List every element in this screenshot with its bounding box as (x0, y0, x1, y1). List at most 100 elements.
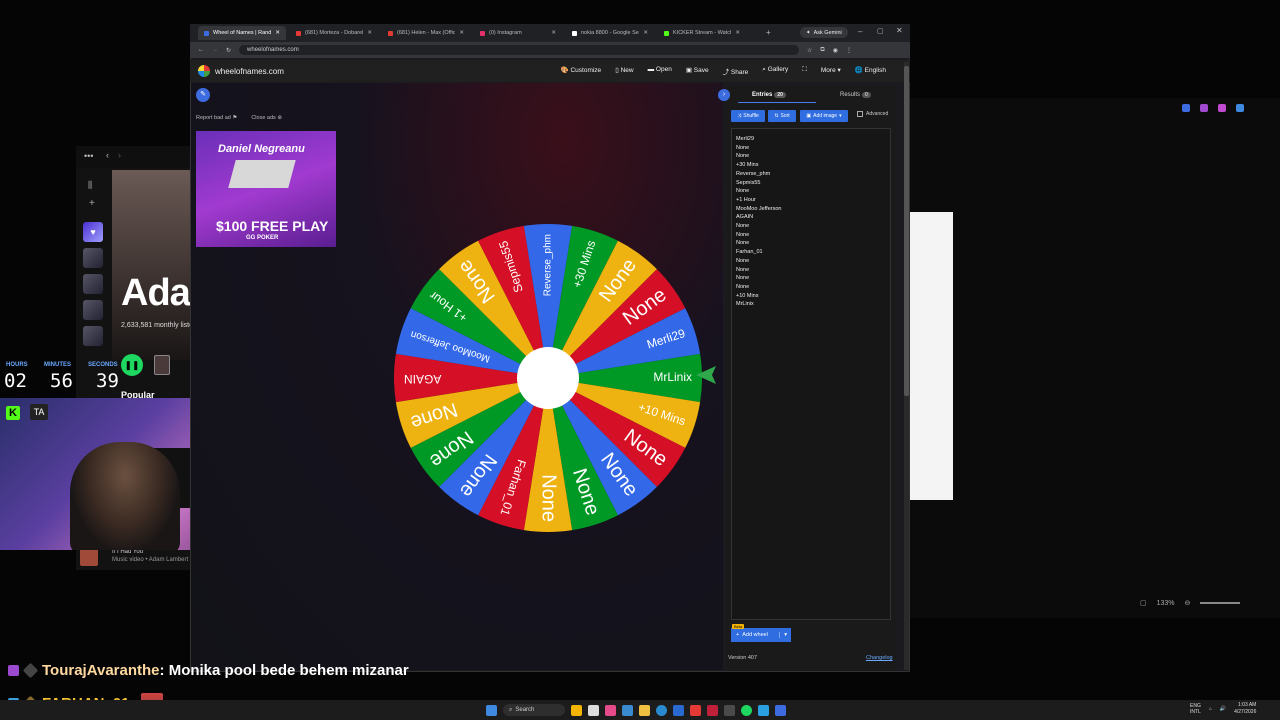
entry-line: AGAIN (736, 214, 754, 221)
minimize-icon[interactable]: – (858, 27, 862, 36)
network-icon[interactable]: ⌂ (1209, 706, 1212, 712)
spotify-icon[interactable] (741, 704, 752, 716)
version-text: Version 407 (728, 655, 758, 661)
bookmark-star-icon[interactable]: ☆ (807, 47, 812, 54)
app-icon[interactable] (724, 704, 735, 716)
close-icon[interactable]: ✕ (896, 26, 903, 35)
playlist-thumb[interactable] (83, 300, 103, 320)
menu-more[interactable]: More ▾ (821, 66, 841, 76)
language-indicator[interactable]: ENG INTL (1190, 703, 1201, 715)
ask-gemini-button[interactable]: ✦ Ask Gemini (800, 27, 848, 38)
tab-entries[interactable]: Entries 20 (752, 92, 786, 98)
browser-tab[interactable]: (681) Helen - Max (Official V✕ (382, 26, 470, 40)
edit-icon[interactable]: ✎ (196, 88, 210, 102)
volume-icon[interactable]: 🔊 (1220, 706, 1226, 712)
zoom-out-icon[interactable]: ⊖ (1185, 599, 1191, 607)
browser-tab[interactable]: KICKER Stream - Watch Live ✕ (658, 26, 746, 40)
new-tab-icon[interactable]: + (766, 28, 771, 37)
menu-save[interactable]: ▣ Save (686, 66, 709, 76)
close-ads-link[interactable]: Close ads ⊗ (251, 115, 282, 121)
taskbar-search[interactable]: ⌕ Search (503, 704, 565, 716)
tab-close-icon[interactable]: ✕ (275, 30, 280, 36)
fullscreen-icon[interactable]: ⛶ (802, 66, 807, 76)
collapse-panel-icon[interactable]: › (718, 89, 730, 101)
tab-close-icon[interactable]: ✕ (459, 30, 464, 36)
entry-line: MooMoo Jefferson (736, 205, 782, 212)
playlist-thumb[interactable] (83, 274, 103, 294)
background-window (908, 98, 1280, 618)
zoom-level[interactable]: 133% (1157, 600, 1175, 607)
add-image-button[interactable]: ▣ Add image ▾ (800, 110, 848, 122)
profile-icon[interactable]: ◉ (833, 47, 838, 54)
gemini-icon: ✦ (806, 29, 811, 36)
app-icon[interactable] (673, 704, 684, 716)
entry-line: +10 Mins (736, 292, 759, 299)
add-wheel-button[interactable]: + Add wheel ▾ (731, 628, 791, 642)
file-explorer-icon[interactable] (639, 704, 650, 716)
reload-icon[interactable]: ↻ (226, 47, 231, 54)
start-icon[interactable] (486, 704, 497, 716)
playlist-thumb[interactable] (83, 248, 103, 268)
advanced-checkbox[interactable]: Advanced (857, 111, 888, 117)
browser-tab[interactable]: (0) Instagram ✕ (474, 26, 562, 40)
scrollbar-thumb[interactable] (904, 66, 909, 396)
brand[interactable]: wheelofnames.com (198, 65, 284, 77)
artist-thumb[interactable] (154, 355, 170, 375)
maximize-icon[interactable]: ▢ (877, 27, 884, 35)
app-icon[interactable] (622, 704, 633, 716)
app-icon (1218, 104, 1226, 112)
liked-songs-icon[interactable]: ♥ (83, 222, 103, 242)
back-icon[interactable]: ← (198, 47, 204, 53)
entry-line: None (736, 144, 750, 151)
sort-button[interactable]: ⇅ Sort (768, 110, 796, 122)
now-playing[interactable]: If I Had You Music video • Adam Lambert (80, 548, 190, 568)
forward-icon[interactable]: › (118, 150, 121, 160)
entry-line: MrLinix (736, 301, 754, 308)
browser-tab[interactable]: (681) Morteza - Dobareh Ev✕ (290, 26, 378, 40)
app-icon[interactable] (605, 704, 616, 716)
dropdown-icon[interactable]: ▾ (779, 632, 791, 638)
menu-new[interactable]: ▯ New (615, 66, 633, 76)
zoom-bar: ▢ 133% ⊖ (1140, 596, 1280, 610)
entry-line: None (736, 223, 750, 230)
tab-close-icon[interactable]: ✕ (551, 30, 556, 36)
menu-customize[interactable]: 🎨 Customize (561, 66, 602, 76)
youtube-icon[interactable] (690, 704, 701, 716)
app-icon[interactable] (588, 704, 599, 716)
menu-language[interactable]: 🌐 English (855, 66, 886, 76)
fit-icon[interactable]: ▢ (1140, 599, 1147, 607)
menu-share[interactable]: ⤴ Share (723, 66, 749, 76)
extensions-icon[interactable]: ⧉ (820, 47, 824, 54)
report-bad-ad-link[interactable]: Report bad ad ⚑ (196, 115, 237, 121)
browser-tab[interactable]: nokia 8800 - Google Search ✕ (566, 26, 654, 40)
zoom-slider[interactable] (1200, 602, 1241, 604)
wheel-center-button[interactable] (517, 347, 579, 409)
tab-close-icon[interactable]: ✕ (367, 30, 372, 36)
clock[interactable]: 1:03 AM 4/27/2026 (1234, 702, 1256, 716)
menu-gallery[interactable]: ⌕ Gallery (762, 66, 788, 76)
tab-close-icon[interactable]: ✕ (643, 30, 648, 36)
more-icon[interactable]: ••• (84, 151, 93, 161)
app-icon[interactable] (707, 704, 718, 716)
tab-close-icon[interactable]: ✕ (735, 30, 740, 36)
forward-icon[interactable]: → (212, 47, 218, 53)
entries-textarea[interactable]: Merli29 None None +30 Mins Reverse_phm Sepmis… (731, 128, 891, 620)
app-icon[interactable] (571, 704, 582, 716)
menu-open[interactable]: ▬ Open (648, 66, 672, 76)
name-wheel[interactable]: Merli29MrLinix+10 MinsNoneNoneNoneNoneFa… (392, 222, 704, 534)
browser-tab[interactable]: Wheel of Names | Rando ✕ (198, 26, 286, 40)
app-icon[interactable] (758, 704, 769, 716)
playlist-thumb[interactable] (83, 326, 103, 346)
edge-icon[interactable] (656, 704, 667, 716)
shuffle-button[interactable]: ⤨ Shuffle (731, 110, 765, 122)
app-icon[interactable] (775, 704, 786, 716)
wheel-slice-label: Reverse_phm (543, 234, 554, 296)
library-icon[interactable]: ⫼ (88, 180, 92, 191)
entry-line: None (736, 283, 750, 290)
url-input[interactable]: wheelofnames.com (239, 45, 800, 55)
menu-icon[interactable]: ⋮ (846, 47, 852, 54)
tab-results[interactable]: Results 0 (840, 92, 871, 98)
back-icon[interactable]: ‹ (106, 150, 109, 160)
changelog-link[interactable]: Changelog (866, 655, 893, 661)
add-icon[interactable]: + (89, 198, 95, 209)
